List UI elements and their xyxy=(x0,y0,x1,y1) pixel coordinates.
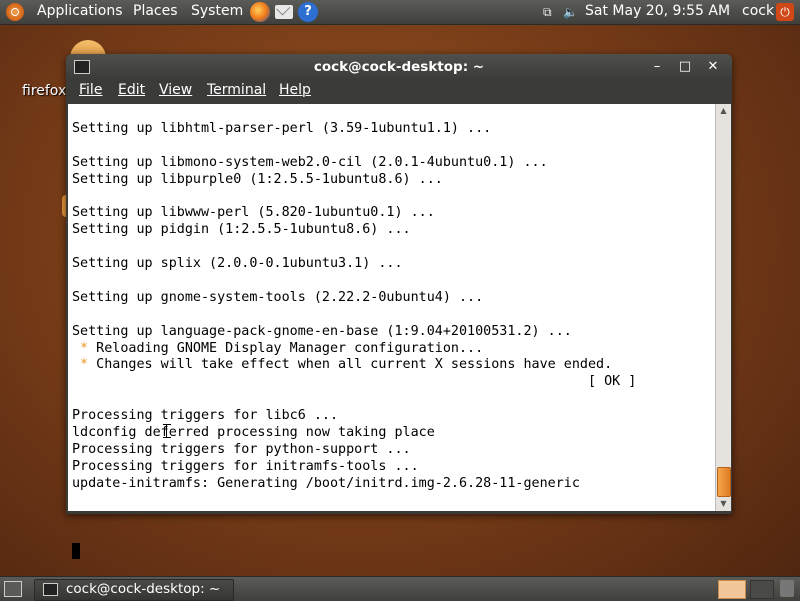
terminal-line: Processing triggers for initramfs-tools … xyxy=(72,458,419,474)
mail-launcher-icon[interactable] xyxy=(275,5,293,19)
menu-view[interactable]: View xyxy=(159,82,192,98)
bottom-panel: cock@cock-desktop: ~ xyxy=(0,576,800,601)
terminal-line: Setting up splix (2.0.0-0.1ubuntu3.1) ..… xyxy=(72,256,403,272)
ubuntu-logo-icon[interactable] xyxy=(6,3,24,21)
network-icon[interactable]: ⧉ xyxy=(543,5,552,20)
terminal-line: Processing triggers for libc6 ... xyxy=(72,408,339,424)
taskbar-terminal-button[interactable]: cock@cock-desktop: ~ xyxy=(34,579,234,601)
menu-edit[interactable]: Edit xyxy=(118,82,145,98)
terminal-line: [ OK ] xyxy=(72,374,637,390)
menu-help[interactable]: Help xyxy=(279,82,311,98)
terminal-line: * Reloading GNOME Display Manager config… xyxy=(72,340,484,356)
help-launcher-icon[interactable]: ? xyxy=(298,2,318,22)
terminal-line: Setting up libpurple0 (1:2.5.5-1ubuntu8.… xyxy=(72,171,443,187)
taskbar-terminal-icon xyxy=(43,583,58,596)
terminal-line: update-initramfs: Generating /boot/initr… xyxy=(72,475,580,491)
workspace-switcher-2[interactable] xyxy=(750,580,774,599)
terminal-line: Setting up libwww-perl (5.820-1ubuntu0.1… xyxy=(72,205,435,221)
terminal-line: Setting up gnome-system-tools (2.22.2-0u… xyxy=(72,289,484,305)
show-desktop-icon[interactable] xyxy=(4,581,22,597)
vertical-scrollbar[interactable]: ▲ ▼ xyxy=(715,104,731,511)
terminal-line: Setting up language-pack-gnome-en-base (… xyxy=(72,323,572,339)
maximize-button[interactable]: □ xyxy=(676,58,694,76)
window-title: cock@cock-desktop: ~ xyxy=(313,59,485,75)
terminal-line: Setting up libmono-system-web2.0-cil (2.… xyxy=(72,154,548,170)
scroll-thumb[interactable] xyxy=(717,467,731,497)
menu-terminal[interactable]: Terminal xyxy=(207,82,266,98)
minimize-button[interactable]: – xyxy=(648,58,666,76)
scroll-up-arrow-icon[interactable]: ▲ xyxy=(716,104,731,118)
power-icon[interactable]: ⏻ xyxy=(776,3,794,21)
menubar: File Edit View Terminal Help xyxy=(68,80,730,104)
menu-applications[interactable]: Applications xyxy=(37,3,123,19)
scroll-down-arrow-icon[interactable]: ▼ xyxy=(716,497,731,511)
terminal-line: Setting up libhtml-parser-perl (3.59-1ub… xyxy=(72,121,492,136)
menu-file[interactable]: File xyxy=(79,82,102,98)
terminal-line: ldconfig deferred processing now taking … xyxy=(72,425,435,441)
menu-places[interactable]: Places xyxy=(133,3,178,19)
terminal-line: Setting up pidgin (1:2.5.5-1ubuntu8.6) .… xyxy=(72,222,411,238)
close-button[interactable]: ✕ xyxy=(704,58,722,76)
menu-system[interactable]: System xyxy=(191,3,243,19)
terminal-output: Setting up libhtml-parser-perl (3.59-1ub… xyxy=(72,121,636,493)
clock[interactable]: Sat May 20, 9:55 AM xyxy=(585,3,730,19)
trash-icon[interactable] xyxy=(780,580,794,597)
taskbar-label: cock@cock-desktop: ~ xyxy=(66,581,221,597)
terminal-window: cock@cock-desktop: ~ – □ ✕ File Edit Vie… xyxy=(66,54,732,559)
user-name[interactable]: cock xyxy=(742,3,774,19)
workspace-switcher-1[interactable] xyxy=(718,580,746,599)
terminal-output-area[interactable]: Setting up libhtml-parser-perl (3.59-1ub… xyxy=(68,104,715,559)
top-panel: Applications Places System ? ⧉ 🔈 Sat May… xyxy=(0,0,800,25)
terminal-line: * Changes will take effect when all curr… xyxy=(72,357,613,373)
desktop-firefox-label[interactable]: firefox xyxy=(22,83,66,99)
ibeam-cursor-icon xyxy=(163,424,171,438)
terminal-cursor xyxy=(72,543,80,559)
firefox-launcher-icon[interactable] xyxy=(250,2,270,22)
terminal-line: Processing triggers for python-support .… xyxy=(72,441,411,457)
window-titlebar[interactable]: cock@cock-desktop: ~ – □ ✕ xyxy=(66,54,732,80)
volume-icon[interactable]: 🔈 xyxy=(563,5,578,19)
